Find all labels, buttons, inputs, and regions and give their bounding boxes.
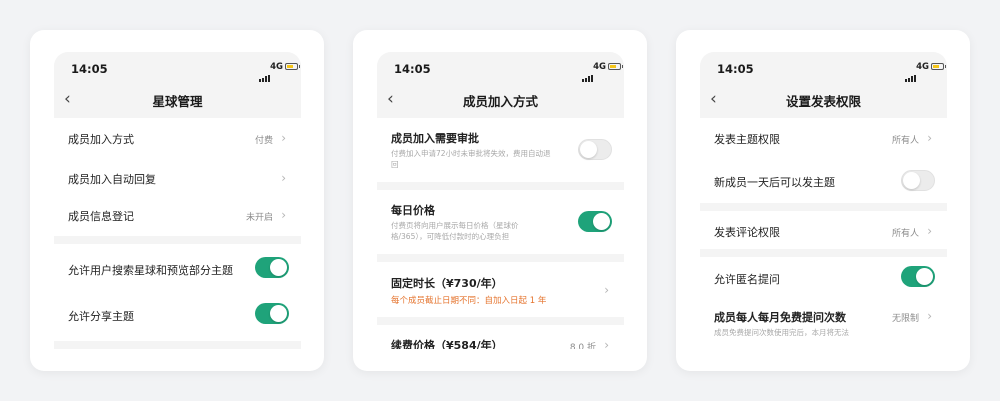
chevron-right-icon: ›: [281, 171, 286, 185]
setting-description: 付费加入申请72小时未审批将失效，费用自动退回: [391, 149, 551, 169]
screen-card-join-method: 14:05 4G ‹ 成员加入方式 成员加入需要审批 付费加入申请72小时未审批…: [353, 30, 647, 371]
chevron-right-icon: ›: [604, 283, 609, 297]
nav-bar: ‹ 星球管理: [54, 88, 301, 118]
screen-card-manage: 14:05 4G ‹ 星球管理 成员加入方式 付费 › 成员加入自动回复 › 成…: [30, 30, 324, 371]
setting-row-post-topic[interactable]: 发表主题权限 所有人 ›: [700, 118, 947, 158]
setting-row-daily-price: 每日价格 付费页将向用户展示每日价格（星球价格/365），可降低付款时的心理负担: [377, 190, 624, 254]
chevron-right-icon: ›: [927, 224, 932, 238]
toggle-knob: [580, 141, 597, 158]
setting-value: 所有人: [891, 229, 919, 239]
chevron-right-icon: ›: [281, 208, 286, 222]
setting-label: 成员加入需要审批: [391, 132, 479, 145]
setting-label: 成员加入自动回复: [68, 173, 156, 186]
battery-icon: [608, 63, 623, 70]
toggle-knob: [903, 172, 920, 189]
phone-frame: 14:05 4G ‹ 设置发表权限 发表主题权限 所有人 › 新成员一天后可以发…: [700, 52, 947, 349]
setting-label: 允许匿名提问: [714, 273, 780, 286]
status-bar: 14:05 4G: [700, 52, 947, 88]
setting-row-allow-share: 允许分享主题: [54, 292, 301, 341]
allow-search-toggle[interactable]: [255, 257, 289, 278]
setting-label: 发表评论权限: [714, 226, 780, 239]
screen-card-post-permission: 14:05 4G ‹ 设置发表权限 发表主题权限 所有人 › 新成员一天后可以发…: [676, 30, 970, 371]
new-member-toggle[interactable]: [901, 170, 935, 191]
phone-frame: 14:05 4G ‹ 星球管理 成员加入方式 付费 › 成员加入自动回复 › 成…: [54, 52, 301, 349]
setting-row-fixed-duration[interactable]: 固定时长（¥730/年） 每个成员截止日期不同：自加入日起 1 年 ›: [377, 262, 624, 317]
setting-label: 允许用户搜索星球和预览部分主题: [68, 264, 233, 277]
setting-value: 8.0 折: [569, 343, 596, 349]
page-title: 星球管理: [152, 94, 203, 109]
nav-bar: ‹ 设置发表权限: [700, 88, 947, 118]
allow-share-toggle[interactable]: [255, 303, 289, 324]
setting-label: 每日价格: [391, 204, 435, 217]
status-time: 14:05: [71, 62, 108, 76]
setting-row-approval: 成员加入需要审批 付费加入申请72小时未审批将失效，费用自动退回: [377, 118, 624, 182]
settings-group: 允许匿名提问 成员每人每月免费提问次数 无限制 › 成员免费提问次数使用完后，本…: [700, 257, 947, 349]
setting-description: 成员免费提问次数使用完后，本月将无法: [714, 328, 849, 337]
approval-toggle[interactable]: [578, 139, 612, 160]
setting-label: 允许分享主题: [68, 310, 134, 323]
nav-bar: ‹ 成员加入方式: [377, 88, 624, 118]
status-bar: 14:05 4G: [54, 52, 301, 88]
setting-value: 未开启: [245, 213, 273, 223]
setting-note: 每个成员截止日期不同：自加入日起 1 年: [391, 296, 547, 306]
status-bar: 14:05 4G: [377, 52, 624, 88]
setting-label: 成员信息登记: [68, 210, 134, 223]
setting-description: 付费页将向用户展示每日价格（星球价格/365），可降低付款时的心理负担: [391, 221, 519, 241]
chevron-right-icon: ›: [281, 131, 286, 145]
setting-value: 所有人: [891, 136, 919, 146]
setting-row-auto-reply[interactable]: 成员加入自动回复 ›: [54, 158, 301, 196]
setting-label: 成员每人每月免费提问次数: [714, 311, 846, 324]
setting-row-allow-search: 允许用户搜索星球和预览部分主题: [54, 244, 301, 292]
network-type: 4G: [593, 62, 606, 72]
status-time: 14:05: [394, 62, 431, 76]
network-type: 4G: [916, 62, 929, 72]
toggle-knob: [593, 213, 610, 230]
setting-value: 无限制: [891, 314, 919, 324]
chevron-right-icon: ›: [927, 131, 932, 145]
toggle-knob: [270, 259, 287, 276]
page-title: 成员加入方式: [462, 94, 538, 109]
setting-row-join-method[interactable]: 成员加入方式 付费 ›: [54, 118, 301, 158]
setting-value: 付费: [254, 136, 273, 146]
network-type: 4G: [270, 62, 283, 72]
setting-label: 续费价格（¥584/年）: [391, 339, 503, 349]
chevron-right-icon: ›: [604, 338, 609, 349]
setting-label: 发表主题权限: [714, 133, 780, 146]
battery-icon: [285, 63, 300, 70]
phone-frame: 14:05 4G ‹ 成员加入方式 成员加入需要审批 付费加入申请72小时未审批…: [377, 52, 624, 349]
setting-row-free-questions[interactable]: 成员每人每月免费提问次数 无限制 › 成员免费提问次数使用完后，本月将无法: [700, 297, 947, 349]
setting-row-comment[interactable]: 发表评论权限 所有人 ›: [700, 211, 947, 249]
setting-label: 固定时长（¥730/年）: [391, 277, 503, 290]
settings-group: 发表主题权限 所有人 › 新成员一天后可以发主题: [700, 118, 947, 203]
setting-row-member-info[interactable]: 成员信息登记 未开启 ›: [54, 196, 301, 236]
anonymous-toggle[interactable]: [901, 266, 935, 287]
toggle-knob: [270, 305, 287, 322]
battery-icon: [931, 63, 946, 70]
page-title: 设置发表权限: [785, 94, 861, 109]
setting-row-new-member: 新成员一天后可以发主题: [700, 158, 947, 203]
setting-row-anonymous: 允许匿名提问: [700, 257, 947, 297]
setting-row-renewal-price[interactable]: 续费价格（¥584/年） 8.0 折 ›: [377, 325, 624, 349]
toggle-knob: [916, 268, 933, 285]
settings-group: 成员加入方式 付费 › 成员加入自动回复 › 成员信息登记 未开启 ›: [54, 118, 301, 236]
status-time: 14:05: [717, 62, 754, 76]
chevron-right-icon: ›: [927, 309, 932, 323]
settings-group: 允许用户搜索星球和预览部分主题 允许分享主题: [54, 244, 301, 341]
daily-price-toggle[interactable]: [578, 211, 612, 232]
setting-label: 成员加入方式: [68, 133, 134, 146]
setting-label: 新成员一天后可以发主题: [714, 176, 835, 189]
